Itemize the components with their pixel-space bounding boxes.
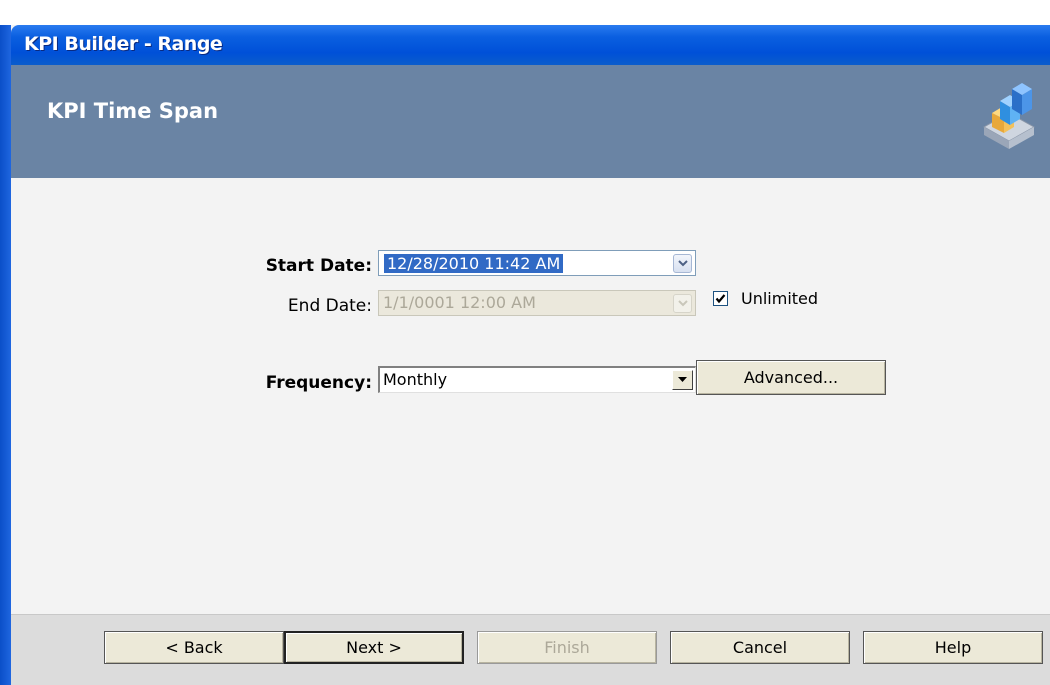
start-date-dropdown-button[interactable] <box>673 254 692 273</box>
frequency-select[interactable]: Monthly <box>378 366 696 393</box>
unlimited-label[interactable]: Unlimited <box>741 289 818 308</box>
chevron-down-icon <box>678 260 688 267</box>
window-left-border <box>0 25 11 685</box>
start-date-label: Start Date: <box>265 256 372 276</box>
cancel-button[interactable]: Cancel <box>670 631 850 664</box>
advanced-button[interactable]: Advanced... <box>696 360 886 395</box>
finish-button: Finish <box>477 631 657 664</box>
triangle-down-icon <box>678 377 687 382</box>
end-date-label: End Date: <box>287 296 372 316</box>
unlimited-checkbox[interactable] <box>713 291 728 306</box>
start-date-picker[interactable]: 12/28/2010 11:42 AM <box>378 250 696 276</box>
help-button[interactable]: Help <box>863 631 1043 664</box>
frequency-label: Frequency: <box>265 373 372 393</box>
start-date-value[interactable]: 12/28/2010 11:42 AM <box>384 254 564 273</box>
end-date-value: 1/1/0001 12:00 AM <box>383 293 536 312</box>
checkmark-icon <box>715 294 726 304</box>
end-date-picker: 1/1/0001 12:00 AM <box>378 290 696 316</box>
back-button[interactable]: < Back <box>104 631 284 664</box>
frequency-value[interactable]: Monthly <box>383 370 447 389</box>
page-heading: KPI Time Span <box>47 99 219 123</box>
wizard-header: KPI Time Span <box>11 65 1050 178</box>
title-bar[interactable]: KPI Builder - Range <box>11 25 1050 65</box>
kpi-builder-logo-icon <box>980 75 1038 157</box>
window-title: KPI Builder - Range <box>24 33 223 55</box>
chevron-down-icon <box>678 300 688 307</box>
frequency-dropdown-button[interactable] <box>672 370 693 390</box>
wizard-body <box>11 178 1050 614</box>
end-date-dropdown-button <box>673 294 692 313</box>
next-button[interactable]: Next > <box>284 631 464 664</box>
